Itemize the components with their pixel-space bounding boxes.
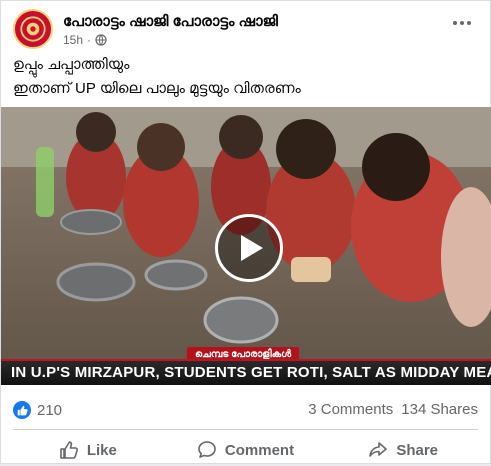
page-avatar[interactable] xyxy=(13,9,53,49)
post-header: പോരാട്ടം ഷാജി പോരാട്ടം ഷാജി 15h · xyxy=(13,9,478,49)
caption-line-2: ഇതാണ് UP യിലെ പാലും മുട്ടയും വിതരണം xyxy=(13,80,301,97)
comment-icon xyxy=(198,441,216,458)
globe-icon xyxy=(95,34,107,46)
news-ticker: IN U.P'S MIRZAPUR, STUDENTS GET ROTI, SA… xyxy=(1,359,491,385)
share-icon xyxy=(369,442,388,457)
reactions-summary[interactable]: 210 xyxy=(13,401,62,419)
post-meta: 15h · xyxy=(63,33,107,47)
play-button[interactable] xyxy=(215,214,283,282)
like-icon xyxy=(13,401,31,419)
video-player[interactable]: ചെമ്പട പോരാളികൾ IN U.P'S MIRZAPUR, STUDE… xyxy=(1,107,491,385)
share-button[interactable]: Share xyxy=(324,434,482,466)
divider xyxy=(13,429,478,430)
post-time[interactable]: 15h xyxy=(63,33,83,47)
thumbs-up-icon xyxy=(60,441,78,459)
engagement-counts: 3 Comments 134 Shares xyxy=(308,401,478,418)
comment-label: Comment xyxy=(224,441,295,459)
page-name-link[interactable]: പോരാട്ടം ഷാജി പോരാട്ടം ഷാജി xyxy=(63,13,278,30)
comment-button[interactable]: Comment xyxy=(167,434,325,466)
share-label: Share xyxy=(396,441,439,459)
more-dot-icon xyxy=(453,21,457,25)
action-bar: Like Comment Share xyxy=(9,434,482,466)
post-caption: ഉപ്പും ചപ്പാത്തിയും ഇതാണ് UP യിലെ പാലും … xyxy=(13,53,478,101)
meta-separator: · xyxy=(87,33,92,47)
comments-count-link[interactable]: 3 Comments xyxy=(308,401,393,418)
caption-line-1: ഉപ്പും ചപ്പാത്തിയും xyxy=(13,56,130,73)
play-icon xyxy=(241,235,263,261)
more-options-button[interactable] xyxy=(446,11,478,35)
avatar-logo-icon xyxy=(15,11,51,47)
like-button[interactable]: Like xyxy=(9,434,167,466)
like-label: Like xyxy=(86,441,117,459)
reaction-count: 210 xyxy=(37,401,63,419)
shares-count-link[interactable]: 134 Shares xyxy=(401,401,478,418)
more-dot-icon xyxy=(467,21,471,25)
post-stats: 210 3 Comments 134 Shares xyxy=(13,395,478,423)
facebook-post: പോരാട്ടം ഷാജി പോരാട്ടം ഷാജി 15h · ഉപ്പും… xyxy=(0,0,491,464)
more-dot-icon xyxy=(460,21,464,25)
